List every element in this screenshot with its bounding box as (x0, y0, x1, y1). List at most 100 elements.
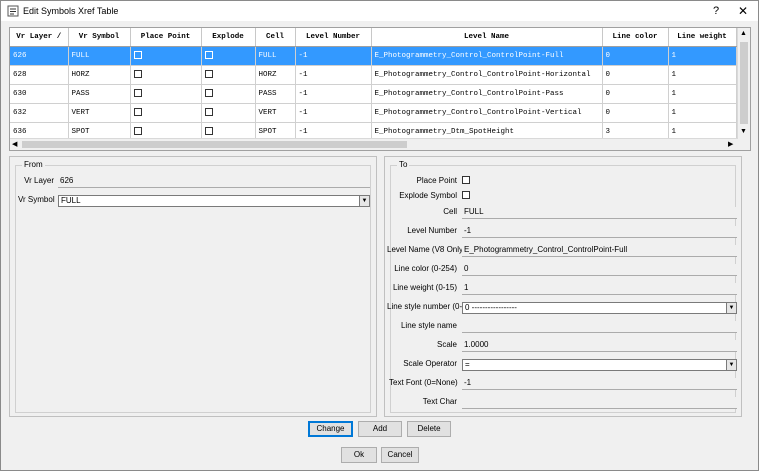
xref-grid: Vr Layer / Vr Symbol Place Point Explode… (10, 28, 737, 142)
cell-cell[interactable]: PASS (255, 84, 296, 104)
cell-layer[interactable]: 632 (10, 103, 69, 123)
window-title: Edit Symbols Xref Table (23, 6, 119, 16)
cell-line-weight[interactable]: 1 (668, 84, 737, 104)
place-point-checkbox[interactable] (133, 70, 142, 78)
level-number-field[interactable]: -1 (462, 226, 737, 238)
from-panel: From Vr Layer 626 Vr Symbol FULL ▼ (9, 156, 377, 417)
line-style-name-label: Line style name (400, 321, 457, 330)
explode-symbol-checkbox[interactable] (462, 191, 470, 199)
col-cell[interactable]: Cell (255, 28, 296, 47)
table-header-row: Vr Layer / Vr Symbol Place Point Explode… (10, 28, 737, 47)
vr-layer-field[interactable]: 626 (58, 176, 370, 188)
cell-cell[interactable]: HORZ (255, 65, 296, 85)
help-button[interactable]: ? (707, 3, 725, 19)
cell-cell[interactable]: VERT (255, 103, 296, 123)
line-color-field[interactable]: 0 (462, 264, 737, 276)
cell-field[interactable]: FULL (462, 207, 737, 219)
cell-level-name[interactable]: E_Photogrammetry_Control_ControlPoint-Fu… (371, 46, 603, 66)
cell-line-weight[interactable]: 1 (668, 46, 737, 66)
text-font-field[interactable]: -1 (462, 378, 737, 390)
text-char-field[interactable] (462, 397, 737, 409)
cell-cell[interactable]: FULL (255, 46, 296, 66)
delete-button[interactable]: Delete (407, 421, 451, 437)
cell-layer[interactable]: 626 (10, 46, 69, 66)
explode-checkbox[interactable] (204, 108, 213, 116)
scroll-right-icon[interactable]: ▶ (728, 140, 733, 149)
cell-level-number[interactable]: -1 (295, 65, 372, 85)
place-point-checkbox[interactable] (133, 89, 142, 97)
scale-operator-select[interactable]: = ▼ (462, 359, 737, 371)
cell-symbol[interactable]: VERT (68, 103, 131, 123)
cell-level-name[interactable]: E_Photogrammetry_Control_ControlPoint-Pa… (371, 84, 603, 104)
cell-level-number[interactable]: -1 (295, 46, 372, 66)
add-button[interactable]: Add (358, 421, 402, 437)
cell-line-color[interactable]: 0 (602, 65, 669, 85)
cell-level-number[interactable]: -1 (295, 103, 372, 123)
cell-line-color[interactable]: 0 (602, 84, 669, 104)
place-point-checkbox[interactable] (133, 51, 142, 59)
explode-checkbox[interactable] (204, 89, 213, 97)
scroll-up-icon[interactable]: ▲ (740, 30, 747, 38)
table-row[interactable]: 626 FULL FULL -1 E_Photogrammetry_Contro… (10, 46, 737, 66)
line-style-number-label: Line style number (0-7) (387, 302, 470, 311)
cell-symbol[interactable]: PASS (68, 84, 131, 104)
explode-symbol-label: Explode Symbol (399, 191, 457, 200)
chevron-down-icon[interactable]: ▼ (726, 360, 736, 370)
scroll-down-icon[interactable]: ▼ (740, 128, 747, 136)
line-style-number-select[interactable]: 0 ----------------- ▼ (462, 302, 737, 314)
col-vr-layer[interactable]: Vr Layer / (10, 28, 69, 47)
text-font-label: Text Font (0=None) (389, 378, 458, 387)
level-name-label: Level Name (V8 Only) (387, 245, 466, 254)
table-row[interactable]: 628 HORZ HORZ -1 E_Photogrammetry_Contro… (10, 65, 737, 85)
cell-symbol[interactable]: FULL (68, 46, 131, 66)
line-weight-field[interactable]: 1 (462, 283, 737, 295)
scale-field[interactable]: 1.0000 (462, 340, 737, 352)
explode-checkbox[interactable] (204, 51, 213, 59)
cell-level-number[interactable]: -1 (295, 84, 372, 104)
change-button[interactable]: Change (308, 421, 353, 437)
col-level-name[interactable]: Level Name (371, 28, 603, 47)
table-row[interactable]: 630 PASS PASS -1 E_Photogrammetry_Contro… (10, 84, 737, 104)
vr-symbol-label: Vr Symbol (18, 195, 55, 204)
cancel-button[interactable]: Cancel (381, 447, 419, 463)
explode-checkbox[interactable] (204, 127, 213, 135)
to-group-label: To (397, 160, 410, 169)
vr-symbol-select[interactable]: FULL ▼ (58, 195, 370, 207)
cell-line-color[interactable]: 0 (602, 46, 669, 66)
table-row[interactable]: 632 VERT VERT -1 E_Photogrammetry_Contro… (10, 103, 737, 123)
horizontal-scroll-thumb[interactable] (22, 141, 407, 148)
place-point-label: Place Point (416, 176, 457, 185)
cell-layer[interactable]: 628 (10, 65, 69, 85)
place-point-checkbox[interactable] (462, 176, 470, 184)
scroll-left-icon[interactable]: ◀ (12, 140, 17, 149)
cell-symbol[interactable]: HORZ (68, 65, 131, 85)
ok-button[interactable]: Ok (341, 447, 377, 463)
cell-line-weight[interactable]: 1 (668, 65, 737, 85)
col-vr-symbol[interactable]: Vr Symbol (68, 28, 131, 47)
col-explode[interactable]: Explode (201, 28, 256, 47)
line-style-name-field[interactable] (462, 321, 737, 333)
cell-label: Cell (443, 207, 457, 216)
col-line-color[interactable]: Line color (602, 28, 669, 47)
chevron-down-icon[interactable]: ▼ (726, 303, 736, 313)
vertical-scrollbar[interactable]: ▲ ▼ (737, 28, 750, 150)
col-level-number[interactable]: Level Number (295, 28, 372, 47)
place-point-checkbox[interactable] (133, 108, 142, 116)
to-panel: To Place Point Explode Symbol Cell FULL … (384, 156, 742, 417)
level-number-label: Level Number (407, 226, 457, 235)
col-place-point[interactable]: Place Point (130, 28, 202, 47)
xref-table[interactable]: Vr Layer / Vr Symbol Place Point Explode… (9, 27, 751, 151)
cell-level-name[interactable]: E_Photogrammetry_Control_ControlPoint-Ve… (371, 103, 603, 123)
col-line-weight[interactable]: Line weight (668, 28, 737, 47)
close-icon[interactable]: ✕ (734, 3, 752, 19)
horizontal-scrollbar[interactable]: ◀ ▶ (10, 138, 738, 150)
level-name-field[interactable]: E_Photogrammetry_Control_ControlPoint-Fu… (462, 245, 737, 257)
cell-level-name[interactable]: E_Photogrammetry_Control_ControlPoint-Ho… (371, 65, 603, 85)
cell-layer[interactable]: 630 (10, 84, 69, 104)
vertical-scroll-thumb[interactable] (740, 42, 748, 124)
place-point-checkbox[interactable] (133, 127, 142, 135)
cell-line-weight[interactable]: 1 (668, 103, 737, 123)
cell-line-color[interactable]: 0 (602, 103, 669, 123)
chevron-down-icon[interactable]: ▼ (359, 196, 369, 206)
explode-checkbox[interactable] (204, 70, 213, 78)
